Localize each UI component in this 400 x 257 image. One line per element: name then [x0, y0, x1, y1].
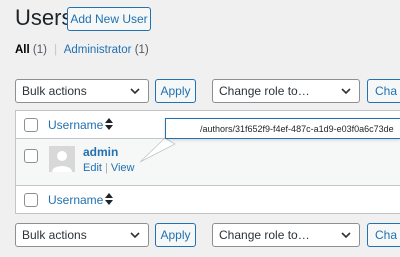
edit-user-link[interactable]: Edit	[83, 162, 102, 174]
filter-all-count: (1)	[32, 44, 47, 56]
filter-administrator[interactable]: Administrator	[64, 44, 132, 56]
sort-arrows-icon[interactable]	[105, 193, 113, 205]
change-role-button-bottom[interactable]: Cha	[367, 223, 400, 247]
bulk-actions-value: Bulk actions	[22, 84, 87, 98]
change-role-value: Change role to…	[219, 84, 310, 98]
bulk-actions-value: Bulk actions	[22, 228, 87, 242]
change-role-select-bottom[interactable]: Change role to…	[212, 223, 360, 247]
user-role-filters: All (1) | Administrator (1)	[15, 44, 149, 56]
change-role-value: Change role to…	[219, 228, 310, 242]
row-checkbox[interactable]	[24, 149, 38, 163]
user-login-link[interactable]: admin	[83, 145, 118, 159]
chevron-down-icon	[130, 232, 140, 239]
change-role-select-top[interactable]: Change role to…	[212, 79, 360, 103]
bulk-actions-select-bottom[interactable]: Bulk actions	[15, 223, 149, 247]
apply-button-bottom[interactable]: Apply	[155, 223, 196, 247]
table-row: admin Edit | View	[16, 139, 400, 185]
view-user-link[interactable]: View	[111, 162, 135, 174]
apply-button-top[interactable]: Apply	[155, 79, 196, 103]
chevron-down-icon	[130, 88, 140, 95]
filter-separator: |	[54, 44, 58, 56]
add-new-user-button[interactable]: Add New User	[67, 7, 151, 31]
select-all-checkbox-footer[interactable]	[24, 193, 38, 207]
row-actions: Edit | View	[83, 162, 134, 174]
tooltip-pointer	[140, 137, 176, 163]
filter-all[interactable]: All	[15, 44, 30, 56]
change-role-button-top[interactable]: Cha	[367, 79, 400, 103]
chevron-down-icon	[341, 88, 351, 95]
table-footer-row: Username	[16, 185, 400, 214]
row-actions-separator: |	[104, 162, 108, 174]
page-title: Users	[15, 5, 73, 30]
chevron-down-icon	[341, 232, 351, 239]
filter-administrator-count: (1)	[134, 44, 149, 56]
author-url-tooltip: /authors/31f652f9-f4ef-487c-a1d9-e03f0a6…	[165, 118, 400, 139]
sort-arrows-icon[interactable]	[105, 118, 113, 130]
avatar-placeholder-icon	[49, 146, 75, 172]
select-all-checkbox[interactable]	[24, 118, 38, 132]
column-username-sort-link-footer[interactable]: Username	[48, 193, 103, 207]
bulk-actions-select-top[interactable]: Bulk actions	[15, 79, 149, 103]
column-username-sort-link[interactable]: Username	[48, 118, 103, 132]
